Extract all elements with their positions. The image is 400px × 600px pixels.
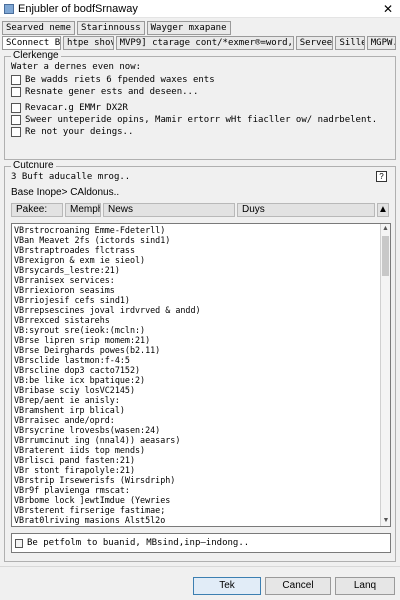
list-item[interactable]: VB:syrout sre(ieok:(mcln:) xyxy=(14,325,388,335)
list-item[interactable]: VBrsycards_lestre:21) xyxy=(14,265,388,275)
title-bar: Enjubler of bodfSrnaway ✕ xyxy=(0,0,400,18)
column-header-duys[interactable]: Duys xyxy=(237,203,375,217)
content-summary: 3 Buft aducalle mrog.. xyxy=(11,172,131,182)
list-item[interactable]: VBramshent irp blical) xyxy=(14,405,388,415)
column-header-pakee[interactable]: Pakee: xyxy=(11,203,63,217)
ok-button[interactable]: Tek xyxy=(193,577,261,595)
list-item[interactable]: VBrscline dop3 cacto7152) xyxy=(14,365,388,375)
help-icon[interactable]: ? xyxy=(376,171,387,182)
option-row[interactable]: Be wadds riets 6 fpended waxes ents xyxy=(11,75,215,85)
options-group-title: Clerkenge xyxy=(11,50,61,61)
list-item[interactable]: VBribase sciy losVC2145) xyxy=(14,385,388,395)
apply-button[interactable]: Lanq xyxy=(335,577,395,595)
list-item[interactable]: VBraterent iids top mends) xyxy=(14,445,388,455)
status-field: Be petfolm to buanid, MBsind,inp—indong.… xyxy=(11,533,391,553)
options-group: Clerkenge Water a dernes even now: Be wa… xyxy=(4,50,396,160)
tab-sille[interactable]: Sille xyxy=(335,36,365,50)
list-item[interactable]: VBrstraptroades flctrass xyxy=(14,245,388,255)
option-row[interactable]: Sweer unteperide opins, Mamir ertorr wHt… xyxy=(11,115,377,125)
tab-wayger-mxapane[interactable]: Wayger mxapane xyxy=(146,21,231,35)
list-item[interactable]: VBrrepsescines joval irdvrved & andd) xyxy=(14,305,388,315)
checkbox-label: Be wadds riets 6 fpended waxes ents xyxy=(25,75,215,85)
checkbox-label: Sweer unteperide opins, Mamir ertorr wHt… xyxy=(25,115,378,125)
checkbox[interactable] xyxy=(11,75,21,85)
scroll-up-arrow-icon[interactable]: ▲ xyxy=(381,224,390,234)
list-item[interactable]: VBrraisec ande/oprd: xyxy=(14,415,388,425)
list-item[interactable]: VBrrexced sistarehs xyxy=(14,315,388,325)
button-bar: Tek Cancel Lanq xyxy=(0,566,400,600)
list-item[interactable]: VBrse Deirghards powes(b2.11) xyxy=(14,345,388,355)
list-item[interactable]: VBrbome lock ]ewtImdue (Yewries xyxy=(14,495,388,505)
checkbox[interactable] xyxy=(11,115,21,125)
column-header-memphe[interactable]: Memphe: xyxy=(65,203,101,217)
tab-sconnect-brw[interactable]: SConnect Brw xyxy=(2,36,62,50)
list-item[interactable]: VBrriojesif cefs sind1) xyxy=(14,295,388,305)
list-item[interactable]: VBrse lipren srip momem:21) xyxy=(14,335,388,345)
list-item[interactable]: VBan Meavet 2fs (ictords sind1) xyxy=(14,235,388,245)
document-icon xyxy=(15,538,23,548)
tab-row-primary: Searved neme Starinnouss Wayger mxapane xyxy=(2,21,398,35)
column-scroll-up-icon[interactable]: ▲ xyxy=(377,203,389,217)
list-item[interactable]: VBrsterent firserige fastimae; xyxy=(14,505,388,515)
column-header-news[interactable]: News xyxy=(103,203,235,217)
checkbox-label: Re not your deings.. xyxy=(25,127,134,137)
list-item[interactable]: VBrat0lriving masions Alst5l2o xyxy=(14,515,388,525)
list-item[interactable]: VBrlisci pand fasten:21) xyxy=(14,455,388,465)
listbox-scrollbar[interactable]: ▲ ▼ xyxy=(380,224,390,526)
list-rows: VBrstrocroaning Emme-Fdeterll) VBan Meave… xyxy=(12,224,390,526)
list-item[interactable]: VBrrumcinut ing (nnal4)) aeasars) xyxy=(14,435,388,445)
status-text: Be petfolm to buanid, MBsind,inp—indong.… xyxy=(27,538,250,548)
scroll-thumb[interactable] xyxy=(382,236,389,276)
list-item[interactable]: VBrexigron & exm ie sieol) xyxy=(14,255,388,265)
cancel-button[interactable]: Cancel xyxy=(265,577,331,595)
list-item[interactable]: VBr ae lake now evlr) xyxy=(14,525,388,526)
list-item[interactable]: VBrstrip Irsewerisfs (Wirsdriph) xyxy=(14,475,388,485)
checkbox[interactable] xyxy=(11,103,21,113)
list-item[interactable]: VBrriexioron seasims xyxy=(14,285,388,295)
window-title: Enjubler of bodfSrnaway xyxy=(18,2,138,15)
tab-row-secondary: SConnect Brw htpe shov. MVP9] ctarage co… xyxy=(2,36,398,50)
content-group: Cutcnure 3 Buft aducalle mrog.. ? Base I… xyxy=(4,160,396,562)
entries-listbox[interactable]: VBrstrocroaning Emme-Fdeterll) VBan Meave… xyxy=(11,223,391,527)
checkbox-label: Resnate gener ests and deseen... xyxy=(25,87,199,97)
app-icon xyxy=(4,3,14,14)
checkbox[interactable] xyxy=(11,87,21,97)
list-item[interactable]: VBrsclide lastmon:f-4:5 xyxy=(14,355,388,365)
list-item[interactable]: VBrep/aent ie anisly: xyxy=(14,395,388,405)
option-row[interactable]: Re not your deings.. xyxy=(11,127,133,137)
tab-servee[interactable]: Servee. xyxy=(295,36,334,50)
checkbox[interactable] xyxy=(11,127,21,137)
checkbox-label: Revacar.g EMMr DX2R xyxy=(25,103,128,113)
list-item[interactable]: VBrsycrine lrovesbs(wasen:24) xyxy=(14,425,388,435)
scroll-down-arrow-icon[interactable]: ▼ xyxy=(381,516,390,526)
tab-starinnouss[interactable]: Starinnouss xyxy=(77,21,145,35)
options-subtitle: Water a dernes even now: xyxy=(11,62,142,72)
tab-htpe-shov[interactable]: htpe shov. xyxy=(63,36,114,50)
content-base-label: Base Inope> CAldonus.. xyxy=(11,187,120,198)
list-item[interactable]: VBrstrocroaning Emme-Fdeterll) xyxy=(14,225,388,235)
tab-storage-contexts[interactable]: MVP9] ctarage cont/*exmer®=word,*laviet. xyxy=(115,36,294,50)
list-item[interactable]: VBrranisex services: xyxy=(14,275,388,285)
list-item[interactable]: VBr9f plavienga rmscat: xyxy=(14,485,388,495)
column-header-row: Pakee: Memphe: News Duys ▲ xyxy=(11,203,391,217)
option-row[interactable]: Resnate gener ests and deseen... xyxy=(11,87,198,97)
option-row[interactable]: Revacar.g EMMr DX2R xyxy=(11,103,128,113)
tab-mgpw[interactable]: MGPW. xyxy=(366,36,397,50)
list-item[interactable]: VB:be like icx bpatique:2) xyxy=(14,375,388,385)
content-group-title: Cutcnure xyxy=(11,160,56,171)
tab-searved-neme[interactable]: Searved neme xyxy=(2,21,76,35)
list-item[interactable]: VBr stont firapolyle:21) xyxy=(14,465,388,475)
close-icon[interactable]: ✕ xyxy=(376,2,400,16)
